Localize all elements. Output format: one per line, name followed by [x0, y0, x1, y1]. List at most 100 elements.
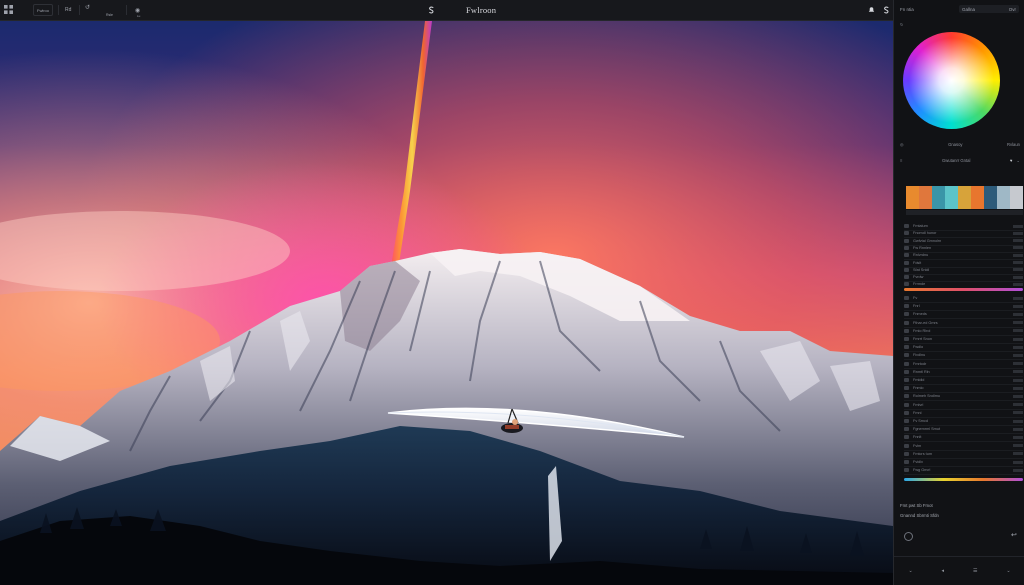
adjustment-value[interactable]: [1013, 224, 1023, 228]
adjustment-label: Fvrdw: [913, 275, 924, 280]
gradient-bar[interactable]: [904, 288, 1023, 291]
color-swatch[interactable]: [971, 186, 984, 209]
adjustment-value[interactable]: [1013, 411, 1023, 415]
layer-icon: [904, 304, 909, 309]
adjustment-value[interactable]: [1013, 419, 1023, 423]
image-canvas[interactable]: [0, 21, 893, 585]
adjustment-label: Fnomdl hunor: [913, 231, 937, 236]
adjustment-value[interactable]: [1013, 239, 1023, 243]
adjustment-value[interactable]: [1013, 282, 1023, 286]
color-swatch[interactable]: [1010, 186, 1023, 209]
app-menu-button[interactable]: [4, 4, 14, 16]
layer-icon: [904, 468, 909, 473]
adjustment-value[interactable]: [1013, 468, 1023, 472]
layer-icon: [904, 337, 909, 341]
chevron-down-icon[interactable]: ⌄: [1016, 158, 1020, 163]
adjustment-label: Fmrrt Snon: [913, 337, 932, 341]
toolbar-divider: [58, 5, 59, 15]
adjustment-value[interactable]: [1013, 321, 1023, 325]
arrow-icon[interactable]: ◂: [942, 568, 945, 574]
color-swatch[interactable]: [945, 186, 958, 209]
toolbar-item-image[interactable]: Rd: [65, 4, 71, 16]
adjustment-value[interactable]: [1013, 337, 1023, 341]
adjustment-value[interactable]: [1013, 246, 1023, 250]
toggle-right[interactable]: Ovr: [1009, 7, 1016, 12]
view-toggle[interactable]: Gallna Ovr: [959, 5, 1019, 13]
s-icon[interactable]: [882, 5, 891, 15]
undo-button[interactable]: ↺: [85, 4, 90, 16]
adjustment-value[interactable]: [1013, 268, 1023, 272]
adjustment-value[interactable]: [1013, 275, 1023, 279]
adjustment-value[interactable]: [1013, 329, 1023, 333]
eye-icon[interactable]: ◎: [900, 142, 904, 147]
adjustment-value[interactable]: [1013, 403, 1023, 407]
adjustment-value[interactable]: [1013, 460, 1023, 464]
color-swatch[interactable]: [919, 186, 932, 209]
adjustment-value[interactable]: [1013, 296, 1023, 300]
sliders-icon[interactable]: ☰: [973, 568, 977, 574]
adjustment-value[interactable]: [1013, 353, 1023, 357]
adjustment-label: Fv Smcd: [913, 419, 928, 423]
adjustment-value[interactable]: [1013, 435, 1023, 439]
layer-icon: [904, 275, 909, 280]
chevron-down-icon[interactable]: ⌄: [908, 568, 912, 574]
layer-icon: [904, 443, 909, 448]
toolbar-item-file[interactable]: Fwlroo: [33, 4, 54, 16]
layer-icon: [904, 361, 909, 366]
adjustment-value[interactable]: [1013, 231, 1023, 235]
adjustment-label: Fnmlo: [913, 386, 924, 391]
adjustment-label: Gwfvtal Gmnolrn: [913, 238, 942, 243]
reset-button[interactable]: [904, 532, 913, 541]
refresh-icon[interactable]: ↻: [900, 22, 904, 27]
adjustment-value[interactable]: [1013, 304, 1023, 308]
adjustment-value[interactable]: [1013, 444, 1023, 448]
s-icon[interactable]: [427, 5, 436, 15]
bell-icon[interactable]: [867, 5, 876, 15]
color-swatch[interactable]: [958, 186, 971, 209]
color-wheel[interactable]: [903, 32, 1000, 129]
adjustment-label: Fvlm: [913, 443, 922, 448]
color-swatch[interactable]: [984, 186, 997, 209]
adjustment-value[interactable]: [1013, 394, 1023, 398]
swatch-scrollbar[interactable]: [906, 210, 1023, 215]
adjustment-value[interactable]: [1013, 427, 1023, 431]
toggle-left[interactable]: Gallna: [962, 7, 975, 12]
chevron-down-icon[interactable]: ⌄: [1006, 568, 1010, 574]
color-swatch[interactable]: [997, 186, 1010, 209]
layer-icon: [904, 328, 909, 333]
adjustment-value[interactable]: [1013, 345, 1023, 349]
adjustment-label: Sfat Snldl: [913, 267, 930, 272]
adjustment-row[interactable]: Fwg Gnvrl: [904, 466, 1023, 476]
adjustment-value[interactable]: [1013, 378, 1023, 382]
mode-left[interactable]: Gnasoy: [948, 142, 962, 147]
layer-icon: [904, 245, 909, 250]
adjustment-label: Fivdlnu: [913, 353, 926, 358]
adjustments-panel: Fn ntia Gallna Ovr ↻ ◎ Gnasoy Rvlaun ≡ G…: [893, 0, 1024, 585]
app-title: Fwlroon: [466, 5, 497, 15]
footer-line-2: Gnannd Sbrmti Sfdn: [900, 513, 939, 518]
adjustment-value[interactable]: [1013, 261, 1023, 264]
hook-icon[interactable]: ↩: [1011, 531, 1018, 539]
color-swatch[interactable]: [906, 186, 919, 209]
adjustment-value[interactable]: [1013, 362, 1023, 366]
heart-icon[interactable]: ♥: [1010, 158, 1013, 163]
palette-label: Gwutanrr Gntal: [942, 158, 971, 163]
gradient-bar[interactable]: [904, 478, 1023, 481]
adjustment-value[interactable]: [1013, 386, 1023, 390]
adjustment-value[interactable]: [1013, 370, 1023, 374]
landscape-photo: [0, 21, 893, 585]
toolbar-item-edit[interactable]: Rsle: [106, 9, 113, 21]
layer-icon: [904, 451, 909, 456]
adjustment-value[interactable]: [1013, 253, 1023, 257]
adjustment-label: Rnmtl Rln: [913, 369, 930, 374]
layer-icon: [904, 386, 909, 391]
layer-icon: [904, 378, 909, 382]
layer-icon: [904, 238, 909, 243]
adjustment-label: Fv: [913, 296, 918, 300]
mode-right[interactable]: Rvlaun: [1007, 142, 1020, 147]
layer-icon: [904, 312, 909, 317]
adjustment-value[interactable]: [1013, 312, 1023, 316]
adjustment-value[interactable]: [1013, 452, 1023, 456]
color-swatch[interactable]: [932, 186, 945, 209]
menu-icon[interactable]: ≡: [900, 158, 902, 163]
